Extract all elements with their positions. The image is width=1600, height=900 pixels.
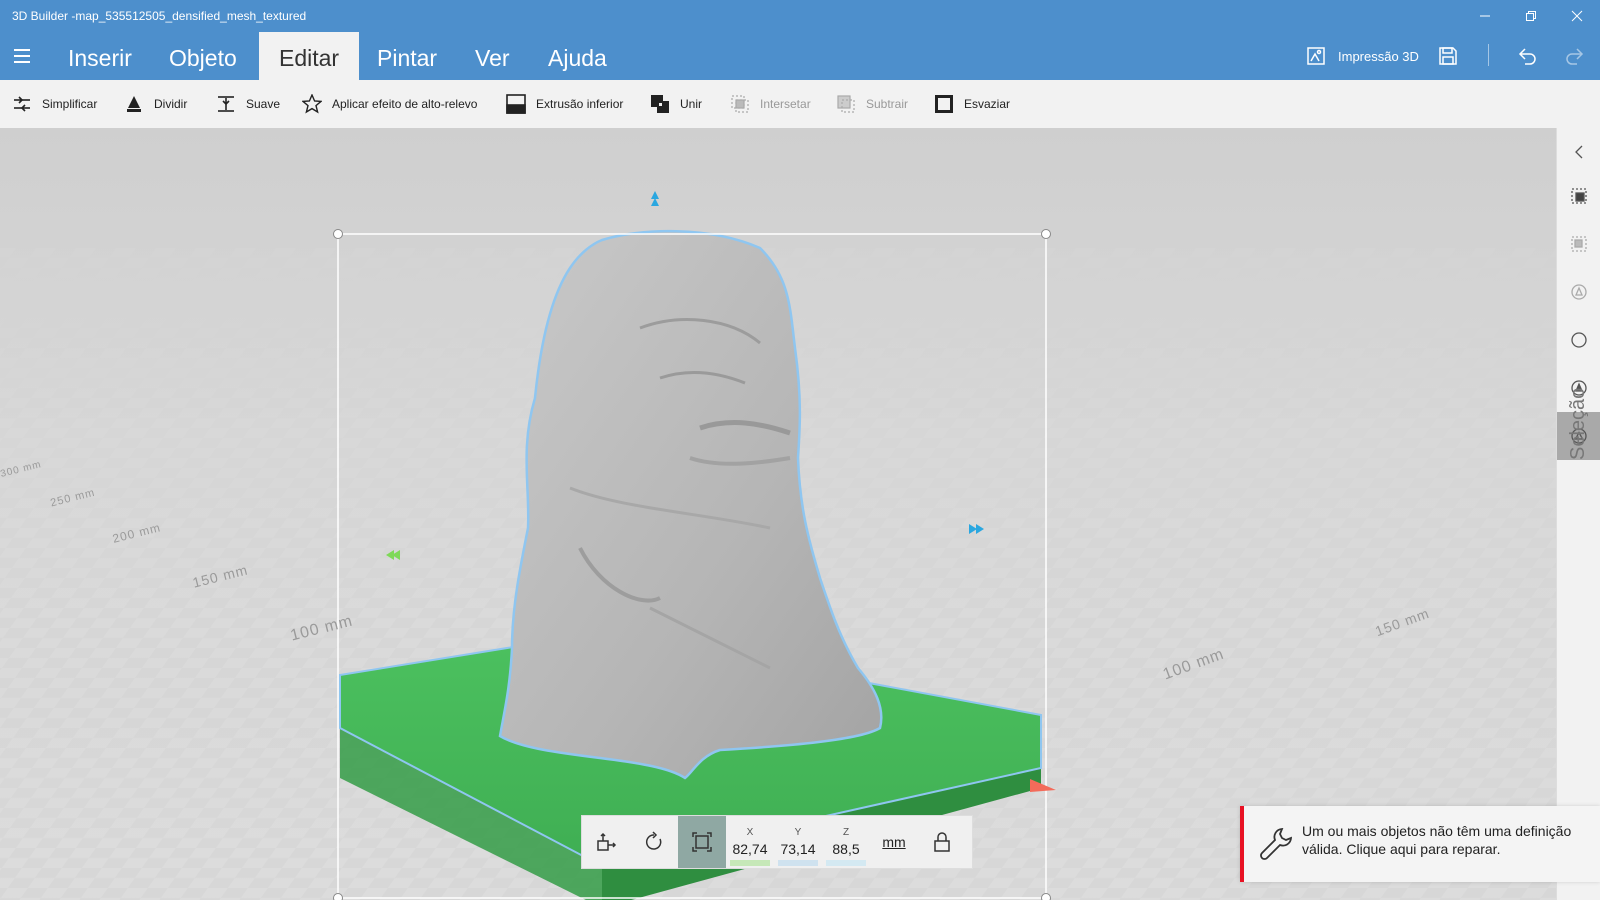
- lock-icon: [934, 832, 950, 852]
- scale-button[interactable]: [678, 816, 726, 868]
- print-3d-label: Impressão 3D: [1338, 48, 1419, 64]
- z-value: 88,5: [832, 841, 860, 857]
- tab-inserir[interactable]: Inserir: [48, 32, 152, 80]
- z-color-bar: [826, 860, 866, 866]
- print-3d-button[interactable]: Impressão 3D: [1306, 32, 1419, 80]
- hollow-label: Esvaziar: [964, 97, 1011, 111]
- chevron-left-icon: [1575, 145, 1583, 159]
- select-face-button[interactable]: [1557, 268, 1600, 316]
- hollow-button[interactable]: Esvaziar: [934, 80, 1010, 128]
- intersect-label: Intersetar: [760, 97, 811, 111]
- restore-button[interactable]: [1508, 0, 1554, 32]
- minimize-icon: [1480, 15, 1490, 17]
- right-side-panel: Seleção: [1556, 128, 1600, 900]
- divider: [1488, 44, 1489, 66]
- wrench-icon: [1260, 828, 1292, 860]
- extrude-down-label: Extrusão inferior: [536, 97, 624, 111]
- emboss-button[interactable]: Aplicar efeito de alto-relevo: [302, 80, 477, 128]
- y-value: 73,14: [780, 841, 816, 857]
- x-color-bar: [730, 860, 770, 866]
- select-part-button[interactable]: [1557, 220, 1600, 268]
- x-value: 82,74: [732, 841, 768, 857]
- close-button[interactable]: [1554, 0, 1600, 32]
- move-button[interactable]: [582, 816, 630, 868]
- unit-selector[interactable]: mm: [870, 816, 918, 868]
- collapse-panel-button[interactable]: [1557, 128, 1600, 176]
- restore-icon: [1526, 11, 1536, 21]
- close-icon: [1571, 10, 1583, 22]
- repair-notification[interactable]: Um ou mais objetos não têm uma definição…: [1240, 806, 1600, 882]
- subtract-icon: [837, 95, 855, 113]
- notification-message: Um ou mais objetos não têm uma definição…: [1302, 823, 1572, 857]
- emboss-star-icon: [302, 94, 322, 114]
- split-button[interactable]: Dividir: [124, 80, 187, 128]
- minimize-button[interactable]: [1462, 0, 1508, 32]
- subtract-label: Subtrair: [866, 97, 909, 111]
- simplify-button[interactable]: Simplificar: [12, 80, 97, 128]
- save-button[interactable]: [1438, 32, 1458, 80]
- hamburger-menu-icon[interactable]: [8, 42, 36, 70]
- edit-toolbar: Simplificar Dividir Suave Aplicar efeito…: [0, 80, 1600, 128]
- undo-button[interactable]: [1516, 32, 1538, 80]
- z-label: Z: [842, 827, 850, 838]
- rotate-button[interactable]: [630, 816, 678, 868]
- x-label: X: [746, 827, 754, 838]
- scale-icon: [692, 832, 712, 852]
- split-icon: [127, 96, 141, 112]
- select-object-icon: [1571, 188, 1587, 204]
- split-label: Dividir: [154, 97, 188, 111]
- y-color-bar: [778, 860, 818, 866]
- lock-proportions-button[interactable]: [918, 816, 966, 868]
- undo-icon: [1518, 48, 1536, 65]
- merge-label: Unir: [680, 97, 703, 111]
- z-axis-handle[interactable]: [651, 191, 659, 206]
- emboss-label: Aplicar efeito de alto-relevo: [332, 97, 478, 111]
- 3d-viewport[interactable]: 100 mm 150 mm 200 mm 250 mm 300 mm 100 m…: [0, 128, 1556, 900]
- merge-icon: [651, 95, 669, 113]
- tab-ajuda[interactable]: Ajuda: [528, 32, 627, 80]
- z-dimension[interactable]: Z 88,5: [822, 816, 870, 868]
- merge-button[interactable]: Unir: [650, 80, 702, 128]
- tab-ver[interactable]: Ver: [455, 32, 530, 80]
- tab-pintar[interactable]: Pintar: [357, 32, 457, 80]
- redo-icon: [1566, 48, 1584, 65]
- title-bar: 3D Builder -map_535512505_densified_mesh…: [0, 0, 1600, 32]
- save-icon: [1439, 47, 1457, 65]
- x-dimension[interactable]: X 82,74: [726, 816, 774, 868]
- selection-panel-label: Seleção: [1567, 387, 1589, 460]
- scene-canvas: [0, 191, 1556, 900]
- transform-toolbar: X 82,74 Y 73,14 Z 88,5 mm: [581, 815, 973, 869]
- smooth-icon: [218, 96, 234, 112]
- select-face-icon: [1571, 284, 1587, 300]
- hollow-icon: [935, 95, 953, 113]
- rotate-icon: [645, 831, 662, 850]
- subtract-button[interactable]: Subtrair: [836, 80, 908, 128]
- select-object-button[interactable]: [1557, 172, 1600, 220]
- smooth-button[interactable]: Suave: [216, 80, 280, 128]
- menu-bar: Inserir Objeto Editar Pintar Ver Ajuda I…: [0, 32, 1600, 80]
- print-3d-icon: [1307, 47, 1325, 65]
- move-icon: [597, 832, 617, 851]
- extrude-down-icon: [506, 94, 526, 114]
- extrude-down-button[interactable]: Extrusão inferior: [506, 80, 623, 128]
- redo-button[interactable]: [1564, 32, 1586, 80]
- y-label: Y: [794, 827, 802, 838]
- y-dimension[interactable]: Y 73,14: [774, 816, 822, 868]
- intersect-button[interactable]: Intersetar: [730, 80, 811, 128]
- smooth-label: Suave: [246, 97, 281, 111]
- select-part-icon: [1571, 236, 1587, 252]
- simplify-label: Simplificar: [42, 97, 98, 111]
- window-title: 3D Builder -map_535512505_densified_mesh…: [12, 9, 307, 23]
- tab-objeto[interactable]: Objeto: [149, 32, 257, 80]
- simplify-icon: [14, 96, 30, 112]
- intersect-icon: [731, 95, 749, 113]
- tab-editar[interactable]: Editar: [259, 32, 360, 80]
